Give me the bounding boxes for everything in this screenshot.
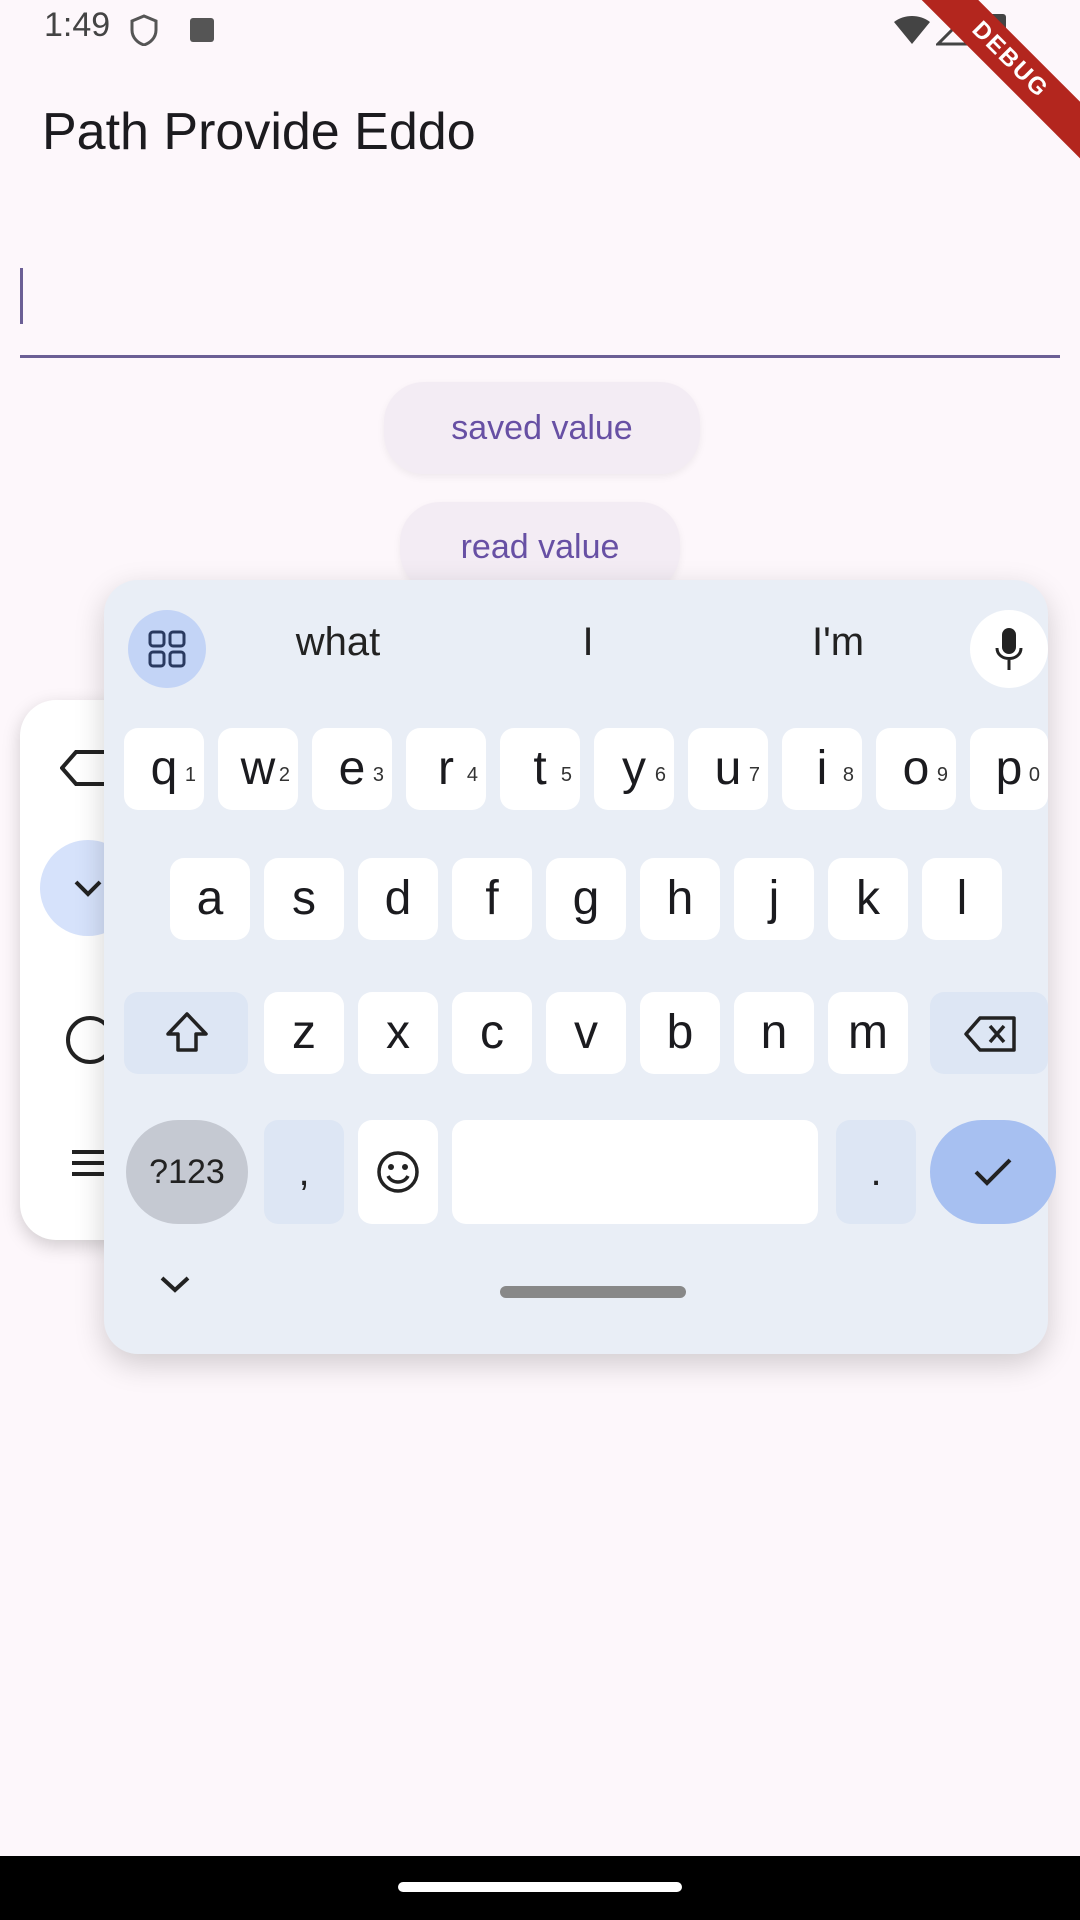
key-i[interactable]: i8 bbox=[782, 728, 862, 810]
key-row-3: z x c v b n m bbox=[264, 992, 924, 1074]
comma-key[interactable]: , bbox=[264, 1120, 344, 1224]
emoji-key[interactable] bbox=[358, 1120, 438, 1224]
status-time: 1:49 bbox=[44, 6, 111, 44]
grid-icon bbox=[148, 630, 186, 668]
chevron-down-icon[interactable] bbox=[158, 1272, 192, 1301]
symbols-key[interactable]: ?123 bbox=[126, 1120, 248, 1224]
home-gesture-handle[interactable] bbox=[398, 1882, 682, 1892]
wifi-icon bbox=[892, 14, 932, 51]
done-key[interactable] bbox=[930, 1120, 1056, 1224]
key-z[interactable]: z bbox=[264, 992, 344, 1074]
shield-icon bbox=[130, 14, 158, 47]
key-j[interactable]: j bbox=[734, 858, 814, 940]
key-c[interactable]: c bbox=[452, 992, 532, 1074]
read-value-button[interactable]: read value bbox=[400, 502, 680, 592]
key-u[interactable]: u7 bbox=[688, 728, 768, 810]
key-v[interactable]: v bbox=[546, 992, 626, 1074]
backspace-key[interactable] bbox=[930, 992, 1048, 1074]
mic-icon bbox=[995, 628, 1023, 670]
suggestion-1[interactable]: what bbox=[238, 620, 438, 665]
period-key[interactable]: . bbox=[836, 1120, 916, 1224]
backspace-icon[interactable] bbox=[59, 748, 110, 793]
text-cursor bbox=[20, 268, 23, 324]
space-key[interactable] bbox=[452, 1120, 818, 1224]
key-d[interactable]: d bbox=[358, 858, 438, 940]
key-m[interactable]: m bbox=[828, 992, 908, 1074]
key-t[interactable]: t5 bbox=[500, 728, 580, 810]
key-y[interactable]: y6 bbox=[594, 728, 674, 810]
key-o[interactable]: o9 bbox=[876, 728, 956, 810]
key-e[interactable]: e3 bbox=[312, 728, 392, 810]
key-row-2: a s d f g h j k l bbox=[170, 858, 1010, 940]
key-g[interactable]: g bbox=[546, 858, 626, 940]
key-w[interactable]: w2 bbox=[218, 728, 298, 810]
key-r[interactable]: r4 bbox=[406, 728, 486, 810]
emoji-icon bbox=[377, 1151, 419, 1193]
apps-grid-button[interactable] bbox=[128, 610, 206, 688]
check-icon bbox=[72, 876, 104, 907]
suggestion-2[interactable]: I bbox=[488, 620, 688, 665]
soft-keyboard: what I I'm q1 w2 e3 r4 t5 y6 u7 i8 o9 p0… bbox=[104, 580, 1056, 1354]
key-p[interactable]: p0 bbox=[970, 728, 1048, 810]
key-row-1: q1 w2 e3 r4 t5 y6 u7 i8 o9 p0 bbox=[124, 728, 1048, 810]
keyboard-indicator-icon bbox=[190, 18, 214, 42]
check-icon bbox=[974, 1158, 1012, 1186]
mic-button[interactable] bbox=[970, 610, 1048, 688]
key-f[interactable]: f bbox=[452, 858, 532, 940]
key-s[interactable]: s bbox=[264, 858, 344, 940]
key-l[interactable]: l bbox=[922, 858, 1002, 940]
saved-value-button[interactable]: saved value bbox=[384, 382, 700, 474]
key-k[interactable]: k bbox=[828, 858, 908, 940]
page-title: Path Provide Eddo bbox=[42, 103, 476, 161]
text-input-field[interactable] bbox=[20, 255, 1060, 358]
shift-key[interactable] bbox=[124, 992, 248, 1074]
menu-icon[interactable] bbox=[70, 1148, 106, 1183]
key-n[interactable]: n bbox=[734, 992, 814, 1074]
suggestion-3[interactable]: I'm bbox=[738, 620, 938, 665]
key-h[interactable]: h bbox=[640, 858, 720, 940]
shift-icon bbox=[166, 1012, 208, 1052]
key-b[interactable]: b bbox=[640, 992, 720, 1074]
keyboard-drag-handle[interactable] bbox=[500, 1286, 686, 1298]
key-x[interactable]: x bbox=[358, 992, 438, 1074]
key-q[interactable]: q1 bbox=[124, 728, 204, 810]
backspace-icon bbox=[964, 1016, 1016, 1052]
key-a[interactable]: a bbox=[170, 858, 250, 940]
